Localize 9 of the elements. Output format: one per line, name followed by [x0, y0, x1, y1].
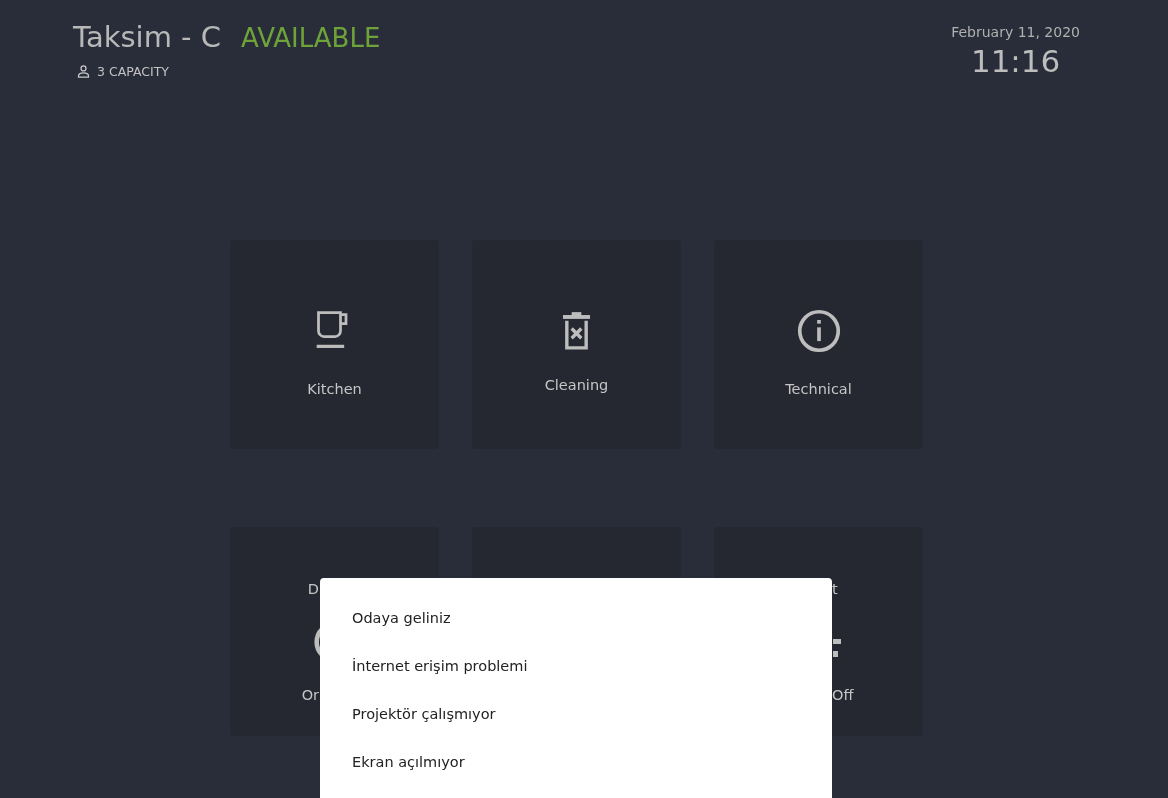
date-label: February 11, 2020: [951, 24, 1080, 40]
tile-label: Or: [301, 687, 319, 703]
tile-label: t: [832, 581, 838, 597]
room-status: AVAILABLE: [241, 23, 381, 53]
tile-label: D: [307, 581, 319, 597]
capacity-label: 3 CAPACITY: [97, 64, 169, 79]
room-name: Taksim - C: [73, 20, 222, 54]
tile-label: Off: [832, 687, 854, 703]
time-label: 11:16: [970, 43, 1061, 79]
